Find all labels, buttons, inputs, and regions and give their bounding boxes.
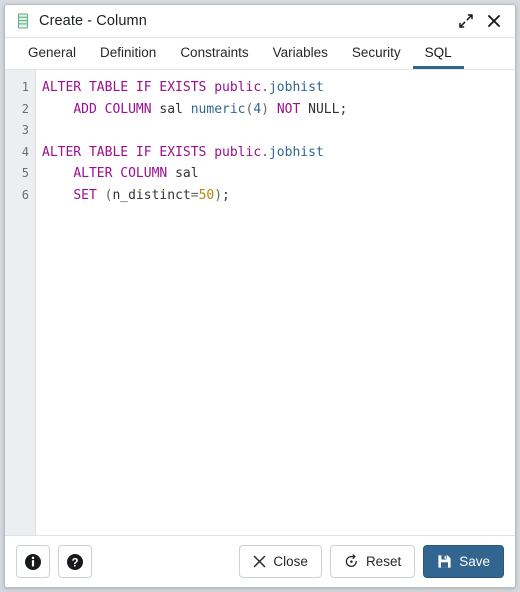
sql-editor[interactable]: 123456 ALTER TABLE IF EXISTS public.jobh… — [5, 70, 515, 535]
close-button[interactable]: Close — [239, 545, 322, 578]
code-token: . — [261, 80, 269, 95]
tab-general[interactable]: General — [16, 38, 88, 69]
dialog-tabs: General Definition Constraints Variables… — [5, 38, 515, 70]
dialog-titlebar: Create - Column — [5, 5, 515, 38]
question-icon: ? — [67, 553, 83, 570]
tab-constraints[interactable]: Constraints — [168, 38, 260, 69]
tab-variables[interactable]: Variables — [261, 38, 340, 69]
code-token: = — [190, 187, 199, 203]
tab-label: Variables — [272, 44, 328, 60]
code-token: NOT — [276, 101, 301, 117]
code-line: ALTER COLUMN sal — [42, 163, 515, 185]
tab-label: Security — [351, 44, 401, 60]
tab-definition[interactable]: Definition — [88, 38, 168, 69]
code-token: n_distinct — [112, 187, 191, 203]
tab-label: Definition — [100, 44, 157, 60]
code-line: ALTER TABLE IF EXISTS public.jobhist — [42, 142, 515, 164]
tab-label: SQL — [424, 44, 452, 60]
save-disk-icon — [438, 555, 451, 568]
code-token: jobhist — [268, 144, 324, 160]
line-number: 6 — [21, 187, 29, 202]
code-token: ; — [222, 187, 230, 203]
line-number: 1 — [21, 80, 29, 94]
code-token: ) — [261, 101, 269, 117]
close-x-icon — [254, 555, 266, 568]
create-column-dialog: Create - Column General Definition Const… — [4, 4, 516, 588]
editor-code[interactable]: ALTER TABLE IF EXISTS public.jobhist ADD… — [36, 70, 515, 535]
close-icon[interactable] — [483, 10, 505, 32]
close-button-label: Close — [273, 554, 308, 569]
code-token: 4 — [253, 101, 262, 117]
code-token: ALTER TABLE IF EXISTS — [42, 80, 215, 95]
code-token: public — [214, 144, 262, 160]
reset-icon — [345, 554, 357, 568]
save-button[interactable]: Save — [423, 545, 504, 578]
code-token: ) — [214, 187, 223, 203]
code-token: SET — [73, 187, 97, 203]
line-number: 3 — [21, 123, 29, 137]
code-line: SET (n_distinct=50); — [42, 185, 515, 207]
code-token: ALTER TABLE IF EXISTS — [42, 144, 215, 160]
code-token: NULL; — [300, 101, 348, 117]
dialog-footer: ? Close Reset Save — [5, 535, 515, 587]
info-icon — [25, 553, 41, 570]
editor-gutter: 1 2 3 4 5 6 — [5, 70, 36, 535]
line-number: 2 — [21, 101, 29, 116]
line-number: 5 — [21, 166, 29, 180]
line-number: 4 — [21, 144, 29, 159]
code-token: ALTER COLUMN — [73, 166, 176, 181]
code-token: sal — [175, 166, 199, 181]
tab-sql[interactable]: SQL — [412, 38, 464, 69]
column-icon — [18, 13, 28, 29]
code-token: ADD COLUMN — [73, 101, 160, 117]
code-token: . — [261, 144, 269, 160]
code-line: ALTER TABLE IF EXISTS public.jobhist — [42, 77, 515, 99]
code-token: public — [214, 80, 262, 95]
footer-left-group: ? — [16, 545, 92, 578]
code-token: jobhist — [268, 80, 324, 95]
footer-right-group: Close Reset Save — [239, 545, 504, 578]
svg-text:?: ? — [71, 557, 78, 569]
expand-icon[interactable] — [455, 10, 477, 32]
code-token: sal — [159, 101, 191, 117]
dialog-title: Create - Column — [39, 13, 147, 29]
code-token: 50 — [198, 187, 215, 203]
info-button[interactable] — [16, 545, 50, 578]
reset-button-label: Reset — [365, 554, 402, 569]
tab-label: General — [28, 44, 77, 60]
tab-security[interactable]: Security — [340, 38, 413, 69]
code-token: numeric — [190, 101, 246, 117]
save-button-label: Save — [459, 554, 490, 569]
help-button[interactable]: ? — [58, 545, 92, 578]
reset-button[interactable]: Reset — [329, 545, 416, 578]
code-line: ADD COLUMN sal numeric(4) NOT NULL; — [42, 99, 515, 121]
tab-label: Constraints — [180, 44, 249, 60]
